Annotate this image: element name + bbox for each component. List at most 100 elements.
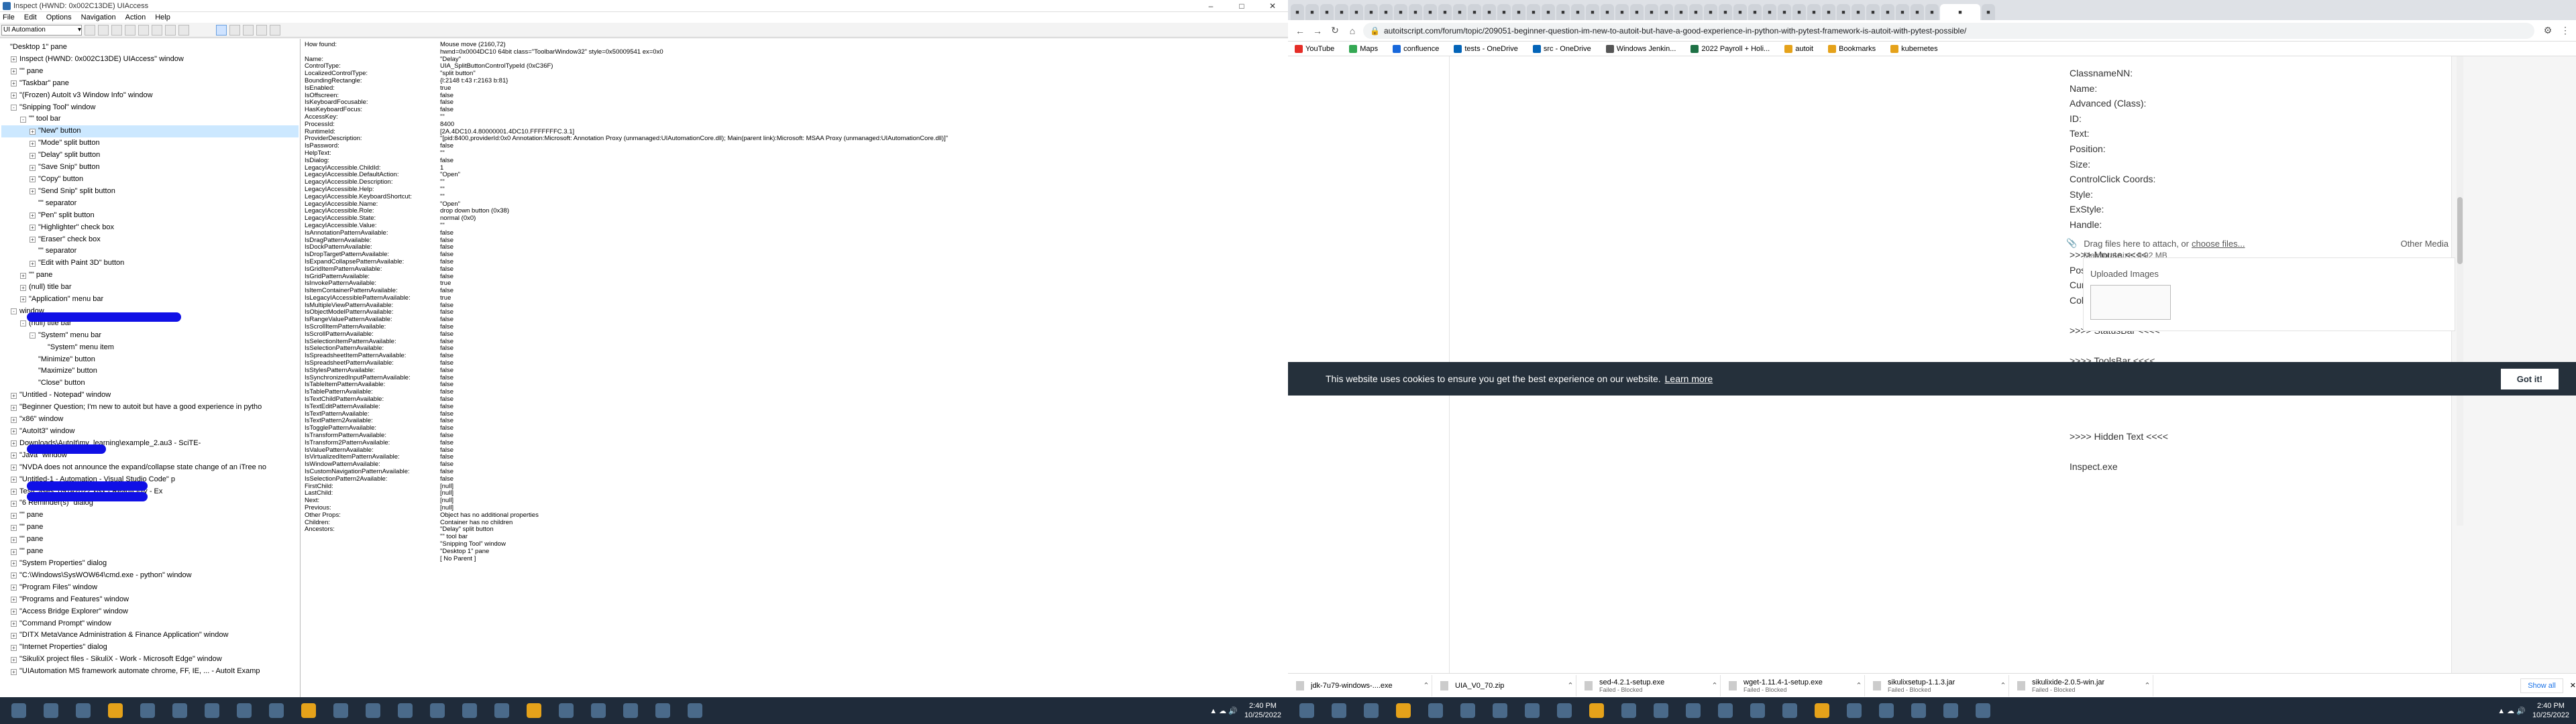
app-icon[interactable] xyxy=(1815,703,1829,718)
expand-icon[interactable]: + xyxy=(11,668,17,675)
app-icon[interactable] xyxy=(237,703,252,718)
expand-icon[interactable]: + xyxy=(30,140,36,147)
app-icon[interactable] xyxy=(1879,703,1894,718)
bookmark-item[interactable]: kubernetes xyxy=(1890,44,1938,53)
toolbar-button-icon[interactable] xyxy=(138,24,149,36)
chevron-up-icon[interactable]: ⌃ xyxy=(1565,681,1576,690)
browser-tab[interactable]: ■ xyxy=(1364,4,1378,20)
tree-item[interactable]: + "" pane xyxy=(1,534,299,546)
app-icon[interactable] xyxy=(1493,703,1507,718)
browser-tab[interactable]: ■ xyxy=(1424,4,1437,20)
browser-tab[interactable]: ■ xyxy=(1556,4,1570,20)
browser-tab[interactable]: ■ xyxy=(1630,4,1644,20)
toolbar-button-icon[interactable] xyxy=(243,24,254,36)
pointer-icon[interactable] xyxy=(216,24,227,36)
browser-tab[interactable]: ■ xyxy=(1940,4,1980,20)
expand-icon[interactable]: + xyxy=(11,572,17,579)
bookmark-item[interactable]: autoit xyxy=(1784,44,1813,53)
tree-item[interactable]: "Minimize" button xyxy=(1,354,299,366)
expand-icon[interactable]: + xyxy=(11,392,17,399)
tree-item[interactable]: + "Pen" split button xyxy=(1,210,299,222)
expand-icon[interactable]: + xyxy=(11,560,17,567)
collapse-icon[interactable]: - xyxy=(20,116,26,123)
expand-icon[interactable]: + xyxy=(11,512,17,519)
browser-tab[interactable]: ■ xyxy=(1822,4,1835,20)
app-icon[interactable] xyxy=(430,703,445,718)
collapse-icon[interactable]: - xyxy=(11,104,17,111)
chevron-up-icon[interactable]: ⌃ xyxy=(1421,681,1432,690)
browser-tab[interactable]: ■ xyxy=(1674,4,1688,20)
download-item[interactable]: wget-1.11.4-1-setup.exe Failed - Blocked ⌃ xyxy=(1721,674,1865,697)
chrome-icon[interactable] xyxy=(398,703,413,718)
browser-tab[interactable]: ■ xyxy=(1866,4,1880,20)
app-icon[interactable] xyxy=(140,703,155,718)
app-icon[interactable] xyxy=(269,703,284,718)
browser-tab[interactable]: ■ xyxy=(1291,4,1304,20)
uploaded-image-thumbnail[interactable] xyxy=(2090,285,2171,320)
toolbar-button-icon[interactable] xyxy=(98,24,109,36)
chevron-up-icon[interactable]: ⌃ xyxy=(2142,681,2153,690)
tree-item[interactable]: + "" pane xyxy=(1,546,299,558)
tree-item[interactable]: "Maximize" button xyxy=(1,365,299,377)
app-icon[interactable] xyxy=(1943,703,1958,718)
tree-item[interactable]: + "C:\Windows\SysWOW64\cmd.exe - python" … xyxy=(1,570,299,582)
menu-item-options[interactable]: Options xyxy=(46,13,72,21)
home-icon[interactable]: ⌂ xyxy=(1346,25,1359,36)
toolbar-button-icon[interactable] xyxy=(256,24,267,36)
browser-tab[interactable]: ■ xyxy=(1483,4,1496,20)
tree-item[interactable]: "" separator xyxy=(1,198,299,210)
browser-tab[interactable]: ■ xyxy=(1468,4,1481,20)
app-icon[interactable] xyxy=(1911,703,1926,718)
windows-icon[interactable] xyxy=(1299,703,1314,718)
task-view-icon[interactable] xyxy=(76,703,91,718)
app-icon[interactable] xyxy=(205,703,219,718)
tree-item[interactable]: + "Highlighter" check box xyxy=(1,222,299,234)
tree-item[interactable]: + "Eraser" check box xyxy=(1,234,299,246)
browser-tab[interactable]: ■ xyxy=(1335,4,1348,20)
bookmark-item[interactable]: tests - OneDrive xyxy=(1454,44,1518,53)
reload-icon[interactable]: ↻ xyxy=(1328,25,1342,36)
app-icon[interactable] xyxy=(333,703,348,718)
expand-icon[interactable]: + xyxy=(30,128,36,135)
tree-item[interactable]: + "Beginner Question; I'm new to autoit b… xyxy=(1,402,299,414)
expand-icon[interactable]: + xyxy=(11,585,17,591)
chevron-up-icon[interactable]: ⌃ xyxy=(1854,681,1864,690)
file-explorer-icon[interactable] xyxy=(108,703,123,718)
tree-item[interactable]: + "(Frozen) AutoIt v3 Window Info" window xyxy=(1,90,299,102)
app-icon[interactable] xyxy=(1847,703,1862,718)
element-tree[interactable]: "Desktop 1" pane + Inspect (HWND: 0x002C13… xyxy=(0,39,301,697)
browser-tab[interactable]: ■ xyxy=(1925,4,1939,20)
vscode-icon[interactable] xyxy=(462,703,477,718)
app-icon[interactable] xyxy=(559,703,574,718)
bookmark-item[interactable]: src - OneDrive xyxy=(1532,44,1591,53)
expand-icon[interactable]: + xyxy=(11,416,17,423)
expand-icon[interactable]: + xyxy=(11,452,17,459)
search-icon[interactable] xyxy=(1332,703,1346,718)
browser-tab[interactable]: ■ xyxy=(1719,4,1732,20)
tree-item[interactable]: + "Taskbar" pane xyxy=(1,78,299,90)
browser-tab[interactable]: ■ xyxy=(1689,4,1703,20)
tree-item[interactable]: + "Command Prompt" window xyxy=(1,618,299,630)
tree-item[interactable]: + "UIAutomation MS framework automate chr… xyxy=(1,666,299,678)
extensions-icon[interactable]: ⚙ xyxy=(2541,25,2555,36)
app-icon[interactable] xyxy=(1525,703,1540,718)
expand-icon[interactable]: + xyxy=(11,488,17,495)
expand-icon[interactable]: + xyxy=(11,477,17,483)
task-view-icon[interactable] xyxy=(1364,703,1379,718)
expand-icon[interactable]: + xyxy=(11,632,17,639)
tree-item[interactable]: + "" pane xyxy=(1,509,299,522)
browser-tab[interactable]: ■ xyxy=(1586,4,1599,20)
browser-tab[interactable]: ■ xyxy=(1571,4,1585,20)
clock[interactable]: 2:40 PM 10/25/2022 xyxy=(1244,701,1281,720)
browser-tab[interactable]: ■ xyxy=(1497,4,1511,20)
got-it-button[interactable]: Got it! xyxy=(2500,368,2559,389)
app-icon[interactable] xyxy=(172,703,187,718)
menu-item-help[interactable]: Help xyxy=(155,13,170,21)
forward-icon[interactable]: → xyxy=(1311,25,1324,36)
tree-item[interactable]: - "Snipping Tool" window xyxy=(1,102,299,114)
expand-icon[interactable]: + xyxy=(30,188,36,195)
app-icon[interactable] xyxy=(688,703,702,718)
tree-item[interactable]: + "" pane xyxy=(1,66,299,78)
file-explorer-icon[interactable] xyxy=(1396,703,1411,718)
other-media-button[interactable]: Other Media xyxy=(2400,239,2449,249)
